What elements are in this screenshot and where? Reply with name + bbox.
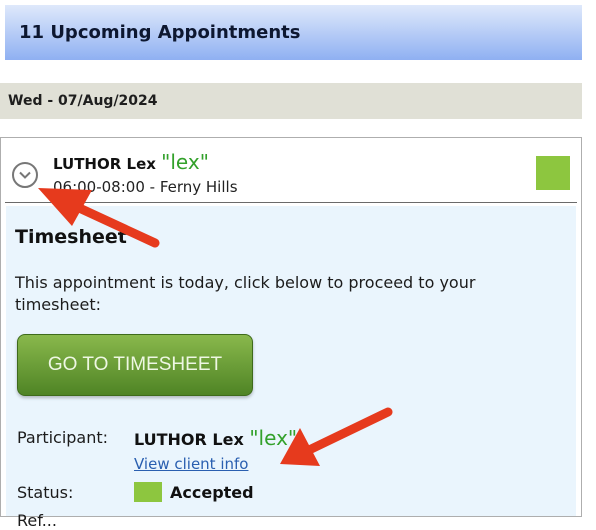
appointment-card: LUTHOR Lex "lex" 06:00-08:00 - Ferny Hil… xyxy=(0,137,582,530)
go-to-timesheet-button[interactable]: GO TO TIMESHEET xyxy=(17,334,253,396)
appointment-person-name: LUTHOR Lex xyxy=(53,155,156,173)
appointment-name: LUTHOR Lex "lex" xyxy=(53,150,209,174)
chevron-down-icon xyxy=(19,171,31,179)
timesheet-message: This appointment is today, click below t… xyxy=(15,273,476,314)
appointment-details: Timesheet This appointment is today, cli… xyxy=(6,206,576,530)
status-label: Status: xyxy=(17,483,74,502)
divider xyxy=(5,202,577,203)
collapse-button[interactable] xyxy=(12,162,38,188)
participant-name: LUTHOR Lex "lex" xyxy=(134,426,297,450)
status-badge xyxy=(134,482,162,502)
status-indicator xyxy=(536,156,570,190)
participant-label: Participant: xyxy=(17,428,109,447)
appointment-time-location: 06:00-08:00 - Ferny Hills xyxy=(53,178,238,196)
date-label: Wed - 07/Aug/2024 xyxy=(8,93,158,109)
status-value: Accepted xyxy=(170,483,254,502)
page-title: 11 Upcoming Appointments xyxy=(19,22,301,43)
participant-nickname: "lex" xyxy=(249,426,298,450)
appointment-header[interactable]: LUTHOR Lex "lex" 06:00-08:00 - Ferny Hil… xyxy=(1,138,581,204)
participant-person-name: LUTHOR Lex xyxy=(134,430,244,449)
timesheet-title: Timesheet xyxy=(15,226,127,248)
appointment-nickname: "lex" xyxy=(161,150,209,174)
appointments-header: 11 Upcoming Appointments xyxy=(5,5,582,60)
view-client-info-link[interactable]: View client info xyxy=(134,455,248,473)
date-bar: Wed - 07/Aug/2024 xyxy=(0,83,582,119)
